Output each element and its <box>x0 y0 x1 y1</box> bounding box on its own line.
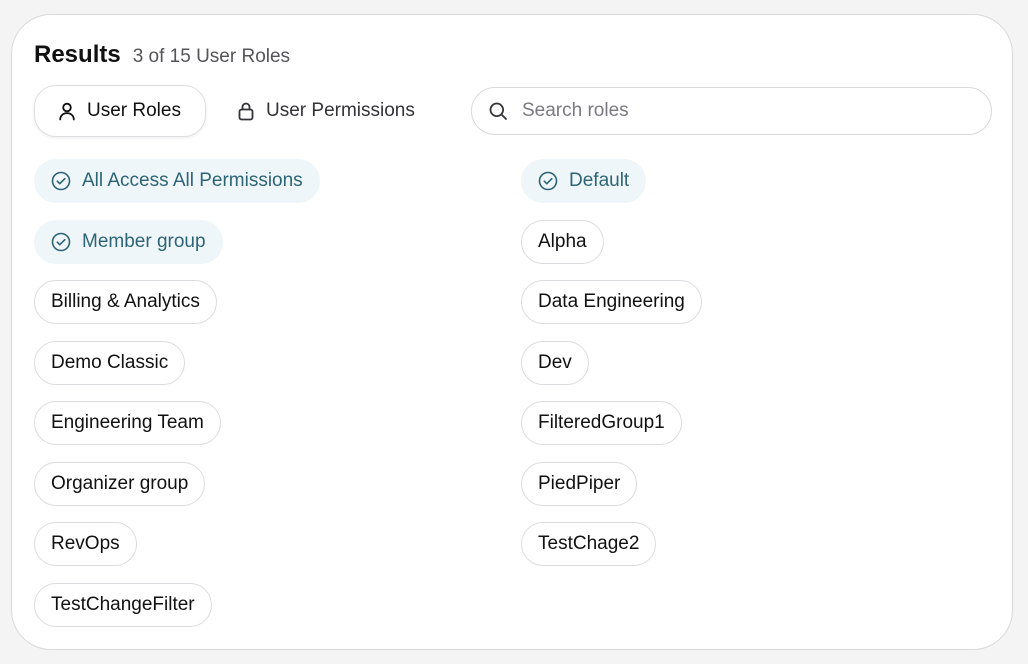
role-chip[interactable]: Demo Classic <box>34 340 186 385</box>
search-box[interactable] <box>471 87 992 135</box>
role-label: All Access All Permissions <box>82 170 303 191</box>
results-count: 3 of 15 User Roles <box>132 46 291 67</box>
check-circle-icon <box>51 171 71 191</box>
role-label: Engineering Team <box>51 412 204 433</box>
role-chip[interactable]: Default <box>521 159 647 203</box>
roles-column-left: All Access All Permissions Member group … <box>34 159 320 627</box>
role-chip[interactable]: Organizer group <box>34 461 206 506</box>
tab-user-roles[interactable]: User Roles <box>34 85 206 137</box>
role-chip[interactable]: PiedPiper <box>521 461 638 506</box>
role-label: TestChangeFilter <box>51 593 195 615</box>
role-chip[interactable]: Alpha <box>521 219 604 264</box>
role-label: Default <box>569 170 630 191</box>
role-label: Organizer group <box>51 472 189 494</box>
roles-column-right: Default Alpha Data Engineering Dev Filte… <box>521 159 702 566</box>
role-label: RevOps <box>51 533 120 554</box>
role-chip[interactable]: Engineering Team <box>34 401 221 445</box>
role-label: Demo Classic <box>51 351 169 373</box>
role-chip[interactable]: Dev <box>521 340 589 385</box>
tab-label: User Permissions <box>266 100 415 121</box>
role-label: Alpha <box>538 230 587 252</box>
search-icon <box>488 101 508 121</box>
role-chip[interactable]: Data Engineering <box>521 280 702 324</box>
lock-icon <box>236 101 256 121</box>
role-label: Data Engineering <box>538 291 685 312</box>
user-icon <box>57 101 77 121</box>
role-chip[interactable]: Billing & Analytics <box>34 280 217 324</box>
role-label: TestChage2 <box>538 533 640 554</box>
tab-user-permissions[interactable]: User Permissions <box>236 85 446 137</box>
role-label: Dev <box>538 351 572 373</box>
role-label: FilteredGroup1 <box>538 412 665 433</box>
role-chip[interactable]: TestChangeFilter <box>34 582 212 627</box>
role-label: PiedPiper <box>538 472 621 494</box>
results-header: Results 3 of 15 User Roles <box>34 41 290 69</box>
results-title: Results <box>34 41 121 68</box>
role-label: Member group <box>82 230 206 252</box>
role-chip[interactable]: Member group <box>34 219 223 264</box>
search-input[interactable] <box>520 99 964 123</box>
check-circle-icon <box>538 171 558 191</box>
role-chip[interactable]: RevOps <box>34 522 137 566</box>
role-chip[interactable]: FilteredGroup1 <box>521 401 682 445</box>
role-chip[interactable]: TestChage2 <box>521 522 657 566</box>
check-circle-icon <box>51 232 71 252</box>
role-label: Billing & Analytics <box>51 291 200 312</box>
tab-label: User Roles <box>87 100 181 121</box>
role-chip[interactable]: All Access All Permissions <box>34 159 320 203</box>
results-card: Results 3 of 15 User Roles User Roles Us… <box>11 14 1013 650</box>
